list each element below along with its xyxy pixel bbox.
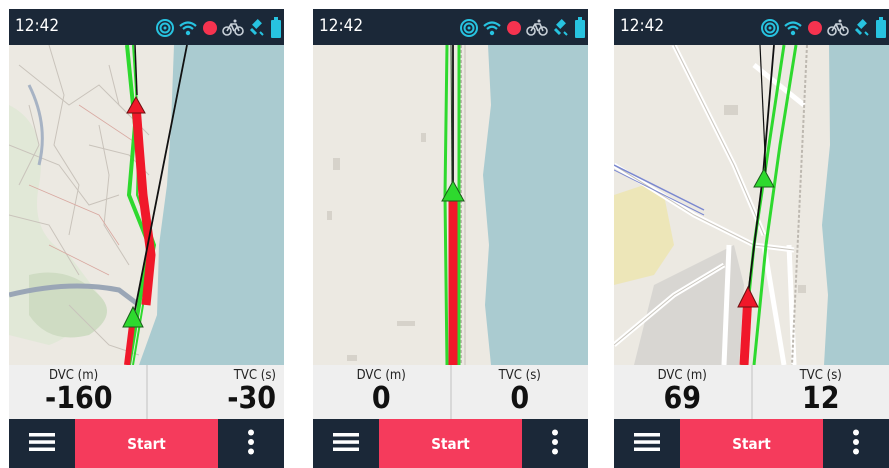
status-icons	[459, 17, 586, 39]
status-bar: 12:42	[313, 9, 588, 45]
dvc-metric: DVC (m) 0	[313, 365, 452, 419]
gps-satellite-icon	[247, 18, 267, 38]
bike-icon	[827, 18, 849, 38]
bike-icon	[222, 18, 244, 38]
status-icons	[155, 17, 282, 39]
tvc-value: 12	[801, 381, 840, 416]
gps-satellite-icon	[551, 18, 571, 38]
gps-satellite-icon	[852, 18, 872, 38]
recording-dot-icon	[505, 19, 523, 37]
tvc-metric: TVC (s) -30	[148, 365, 285, 419]
wifi-icon	[178, 18, 198, 38]
bottom-bar: Start	[614, 419, 889, 468]
live-tracking-icon	[760, 18, 780, 38]
map-view[interactable]	[9, 45, 284, 365]
start-button[interactable]: Start	[379, 419, 522, 468]
recording-dot-icon	[806, 19, 824, 37]
map-view[interactable]	[313, 45, 588, 365]
phone-screen-2: 12:42 DVC (m) 0 TVC (s) 0 Start	[313, 9, 588, 468]
metrics-panel: DVC (m) 0 TVC (s) 0	[313, 365, 588, 419]
battery-icon	[875, 17, 887, 39]
menu-button[interactable]	[614, 419, 680, 468]
hamburger-menu-icon	[29, 432, 55, 456]
tvc-value: 0	[510, 381, 530, 416]
dvc-value: -160	[45, 381, 113, 416]
dvc-metric: DVC (m) 69	[614, 365, 753, 419]
tvc-value: -30	[227, 381, 276, 416]
map-view[interactable]	[614, 45, 889, 365]
more-vertical-icon	[852, 429, 860, 459]
more-options-button[interactable]	[823, 419, 889, 468]
status-bar: 12:42	[614, 9, 889, 45]
tvc-metric: TVC (s) 0	[452, 365, 589, 419]
hamburger-menu-icon	[634, 432, 660, 456]
hamburger-menu-icon	[333, 432, 359, 456]
phone-screen-3: 12:42 DVC (m) 69 TVC (s) 12 Start	[614, 9, 889, 468]
start-button[interactable]: Start	[75, 419, 218, 468]
dvc-value: 0	[371, 381, 391, 416]
dvc-value: 69	[663, 381, 702, 416]
status-clock: 12:42	[319, 16, 364, 36]
wifi-icon	[783, 18, 803, 38]
battery-icon	[270, 17, 282, 39]
more-options-button[interactable]	[522, 419, 588, 468]
recording-dot-icon	[201, 19, 219, 37]
battery-icon	[574, 17, 586, 39]
bike-icon	[526, 18, 548, 38]
menu-button[interactable]	[313, 419, 379, 468]
status-clock: 12:42	[620, 16, 665, 36]
bottom-bar: Start	[313, 419, 588, 468]
status-icons	[760, 17, 887, 39]
more-options-button[interactable]	[218, 419, 284, 468]
tvc-metric: TVC (s) 12	[753, 365, 889, 419]
status-clock: 12:42	[15, 16, 60, 36]
wifi-icon	[482, 18, 502, 38]
start-button[interactable]: Start	[680, 419, 823, 468]
status-bar: 12:42	[9, 9, 284, 45]
dvc-metric: DVC (m) -160	[9, 365, 148, 419]
more-vertical-icon	[247, 429, 255, 459]
metrics-panel: DVC (m) -160 TVC (s) -30	[9, 365, 284, 419]
live-tracking-icon	[459, 18, 479, 38]
menu-button[interactable]	[9, 419, 75, 468]
phone-screen-1: 12:42 DVC (m) -160 TVC (s) -30 Start	[9, 9, 284, 468]
more-vertical-icon	[551, 429, 559, 459]
bottom-bar: Start	[9, 419, 284, 468]
metrics-panel: DVC (m) 69 TVC (s) 12	[614, 365, 889, 419]
live-tracking-icon	[155, 18, 175, 38]
